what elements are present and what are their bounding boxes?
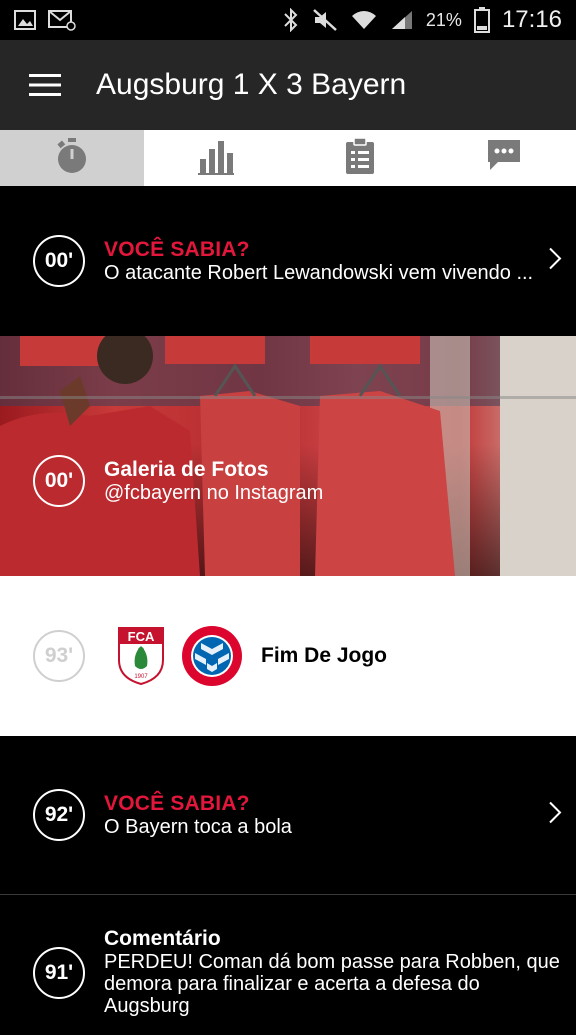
feed-item-photo-gallery[interactable]: 00' Galeria de Fotos @fcbayern no Instag… [0, 336, 576, 576]
match-status: Fim De Jogo [261, 644, 388, 667]
svg-text:FCA: FCA [128, 629, 155, 644]
svg-text:1907: 1907 [134, 674, 148, 680]
feed-item-commentary[interactable]: 91' Comentário PERDEU! Coman dá bom pass… [0, 895, 576, 1035]
minute-badge: 00' [33, 235, 85, 287]
bluetooth-icon [282, 8, 300, 32]
app-bar: Augsburg 1 X 3 Bayern [0, 40, 576, 130]
tab-lineups[interactable] [288, 130, 432, 186]
item-label: VOCÊ SABIA? [104, 791, 250, 815]
tab-bar [0, 130, 576, 186]
item-text: O atacante Robert Lewandowski vem vivend… [104, 261, 534, 284]
chevron-right-icon [548, 247, 562, 276]
minute-badge: 91' [33, 947, 85, 999]
stopwatch-icon [54, 137, 90, 180]
minute-badge: 93' [33, 630, 85, 682]
tab-stats[interactable] [144, 130, 288, 186]
item-label: VOCÊ SABIA? [104, 237, 250, 261]
item-label: Comentário [104, 927, 221, 950]
wifi-icon [350, 9, 378, 31]
item-text: PERDEU! Coman dá bom passe para Robben, … [104, 951, 560, 1017]
hamburger-menu-icon[interactable] [0, 40, 90, 130]
battery-percent: 21% [425, 9, 462, 30]
feed-item-trivia[interactable]: 00' VOCÊ SABIA? O atacante Robert Lewand… [0, 186, 576, 336]
status-time: 17:16 [501, 6, 562, 33]
item-text: @fcbayern no Instagram [104, 481, 324, 504]
email-icon [48, 9, 76, 31]
bar-chart-icon [198, 137, 234, 180]
clipboard-icon [344, 136, 376, 180]
signal-icon [390, 9, 414, 31]
item-label: Galeria de Fotos [104, 457, 269, 481]
item-text: O Bayern toca a bola [104, 815, 292, 838]
gallery-photo [0, 336, 576, 576]
feed-item-trivia[interactable]: 92' VOCÊ SABIA? O Bayern toca a bola [0, 736, 576, 894]
timeline-feed: 00' VOCÊ SABIA? O atacante Robert Lewand… [0, 186, 576, 1035]
chat-icon [486, 138, 522, 179]
page-title: Augsburg 1 X 3 Bayern [96, 68, 407, 101]
image-icon [14, 10, 36, 30]
tab-chat[interactable] [432, 130, 576, 186]
feed-item-full-time[interactable]: 93' FCA 1907 Fim De Jogo [0, 576, 576, 736]
minute-badge: 92' [33, 789, 85, 841]
chevron-right-icon [548, 801, 562, 830]
mute-icon [312, 8, 338, 32]
augsburg-crest-icon: FCA 1907 [117, 626, 165, 686]
tab-timeline[interactable] [0, 130, 144, 186]
bayern-crest-icon [181, 625, 243, 687]
battery-icon [473, 7, 490, 33]
minute-badge: 00' [33, 455, 85, 507]
status-bar: 21% 17:16 [0, 0, 576, 40]
